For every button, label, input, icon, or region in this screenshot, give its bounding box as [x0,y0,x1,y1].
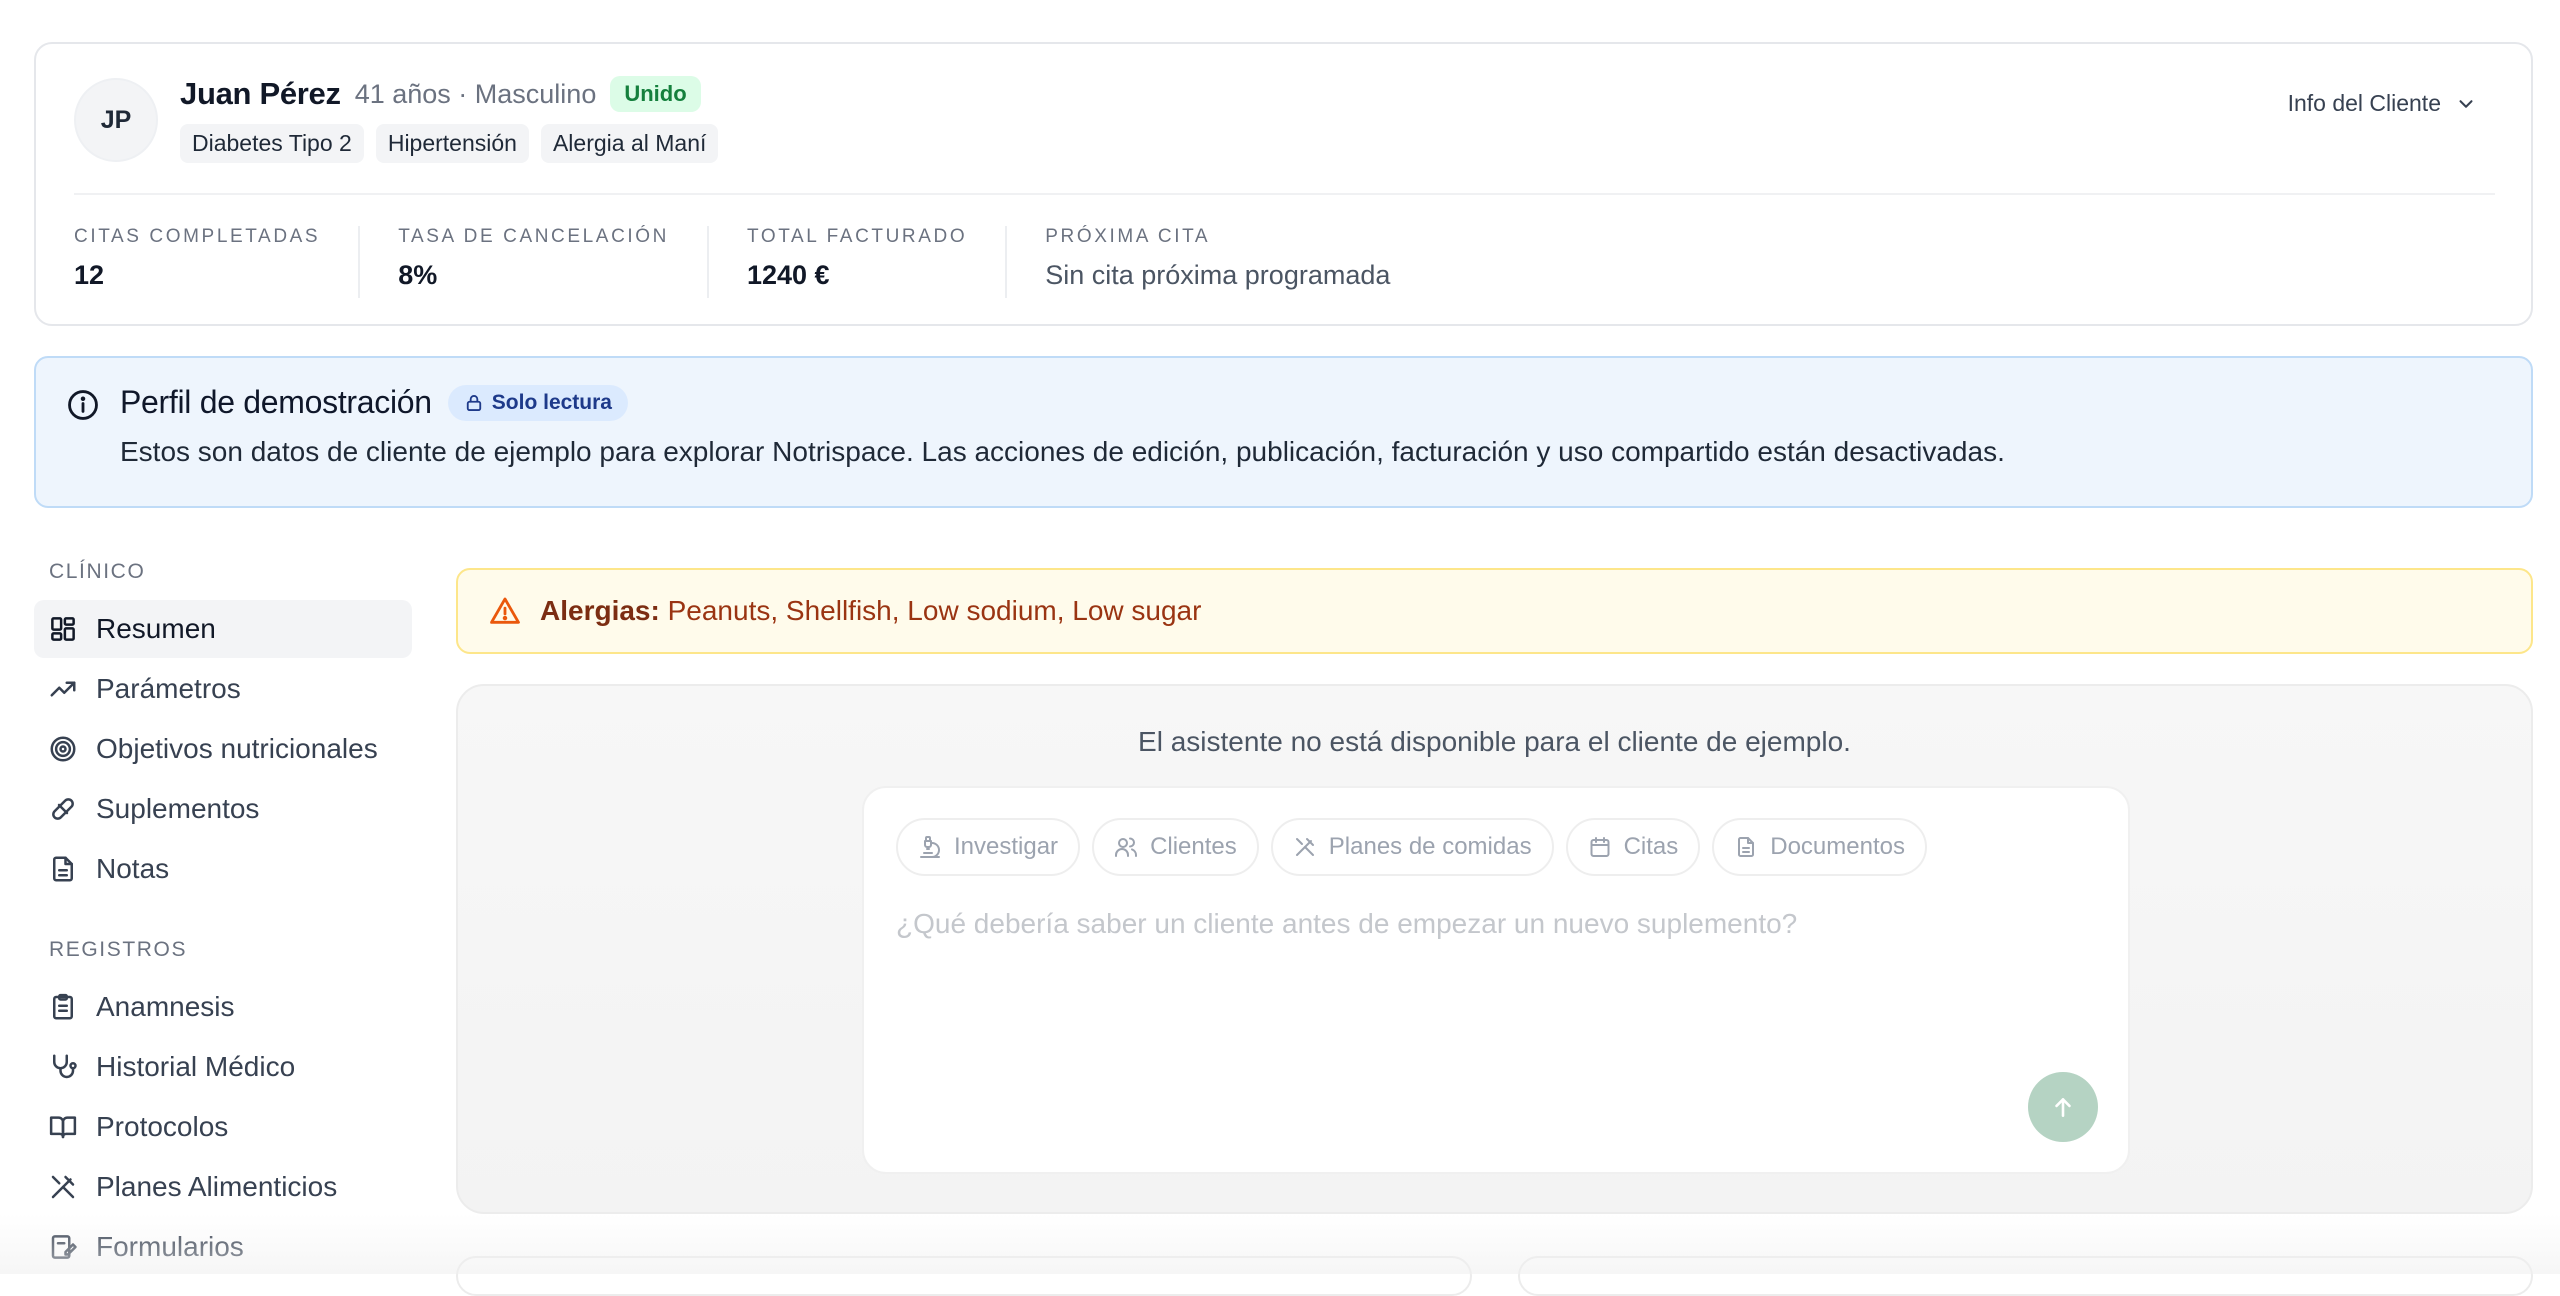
allergy-label: Alergias: [540,595,660,626]
file-text-icon [48,854,78,884]
stat-label: Próxima cita [1045,226,1390,248]
stat-label: Tasa de cancelación [398,226,669,248]
section-label-records: Registros [34,938,412,962]
client-info-label: Info del Cliente [2288,90,2441,117]
banner-description: Estos son datos de cliente de ejemplo pa… [120,436,2005,468]
client-header-card: JP Juan Pérez 41 años · Masculino Unido … [34,42,2533,326]
users-icon [1114,835,1138,859]
microscope-icon [918,835,942,859]
chevron-down-icon [2455,93,2477,115]
lock-icon [464,393,484,413]
arrow-up-icon [2050,1094,2076,1120]
grid-icon [48,614,78,644]
banner-title-row: Perfil de demostración Solo lectura [120,384,628,421]
chip-label: Documentos [1770,833,1905,861]
sidebar-item-label: Formularios [96,1231,244,1263]
sidebar-item-parameters[interactable]: Parámetros [34,660,412,718]
sidebar-item-meal-plans[interactable]: Planes Alimenticios [34,1158,412,1216]
sidebar-item-label: Suplementos [96,793,259,825]
bottom-card-right [1518,1256,2533,1296]
stethoscope-icon [48,1052,78,1082]
condition-tag: Alergia al Maní [541,124,718,163]
divider [74,193,2495,195]
target-icon [48,734,78,764]
sidebar-item-label: Anamnesis [96,991,235,1023]
send-button[interactable] [2028,1072,2098,1142]
demo-profile-banner: Perfil de demostración Solo lectura Esto… [34,356,2533,508]
assistant-mode-chips: Investigar Clientes Planes de comidas Ci… [896,818,1927,876]
assistant-unavailable-message: El asistente no está disponible para el … [458,726,2531,758]
allergy-alert: Alergias: Peanuts, Shellfish, Low sodium… [456,568,2533,654]
status-badge: Unido [610,76,700,112]
utensils-icon [1293,835,1317,859]
stat-label: Total facturado [747,226,967,248]
sidebar-item-nutrition-goals[interactable]: Objetivos nutricionales [34,720,412,778]
section-label-clinical: Clínico [34,560,412,584]
client-info-dropdown[interactable]: Info del Cliente [2288,90,2477,117]
client-meta: 41 años · Masculino [355,79,597,110]
stat-value: 1240 € [747,260,967,291]
sidebar-item-label: Notas [96,853,169,885]
assistant-panel: El asistente no está disponible para el … [456,684,2533,1214]
document-icon [1734,835,1758,859]
allergy-list: Peanuts, Shellfish, Low sodium, Low suga… [668,595,1202,626]
sidebar-item-summary[interactable]: Resumen [34,600,412,658]
sidebar-item-label: Historial Médico [96,1051,295,1083]
condition-tag: Hipertensión [376,124,529,163]
form-icon [48,1232,78,1262]
clipboard-icon [48,992,78,1022]
stat-cancellation-rate: Tasa de cancelación 8% [398,226,709,298]
chip-label: Citas [1624,833,1679,861]
info-icon [66,388,100,422]
read-only-badge: Solo lectura [448,385,628,421]
book-icon [48,1112,78,1142]
chip-label: Investigar [954,833,1058,861]
warning-icon [488,594,522,628]
sidebar-item-label: Planes Alimenticios [96,1171,337,1203]
read-only-label: Solo lectura [492,391,612,415]
client-name: Juan Pérez [180,76,341,112]
sidebar-item-label: Resumen [96,613,216,645]
stat-next-appointment: Próxima cita Sin cita próxima programada [1045,226,1428,298]
client-stats: Citas completadas 12 Tasa de cancelación… [74,226,2495,306]
condition-tags: Diabetes Tipo 2 Hipertensión Alergia al … [180,124,718,163]
sidebar-item-notes[interactable]: Notas [34,840,412,898]
chip-documents[interactable]: Documentos [1712,818,1927,876]
sidebar-item-forms[interactable]: Formularios [34,1218,412,1276]
assistant-prompt-input[interactable] [896,908,2076,940]
utensils-icon [48,1172,78,1202]
condition-tag: Diabetes Tipo 2 [180,124,364,163]
assistant-composer: Investigar Clientes Planes de comidas Ci… [862,786,2130,1174]
stat-completed-appointments: Citas completadas 12 [74,226,360,298]
sidebar-item-medical-history[interactable]: Historial Médico [34,1038,412,1096]
bottom-card-left [456,1256,1472,1296]
banner-title: Perfil de demostración [120,384,432,421]
stat-value: 12 [74,260,320,291]
stat-total-billed: Total facturado 1240 € [747,226,1007,298]
sidebar-item-label: Objetivos nutricionales [96,733,378,765]
sidebar-item-label: Protocolos [96,1111,228,1143]
sidebar-item-label: Parámetros [96,673,241,705]
stat-value: Sin cita próxima programada [1045,260,1390,291]
chip-clients[interactable]: Clientes [1092,818,1259,876]
trending-up-icon [48,674,78,704]
chip-meal-plans[interactable]: Planes de comidas [1271,818,1554,876]
avatar: JP [74,78,158,162]
client-name-row: Juan Pérez 41 años · Masculino Unido [180,74,701,114]
chip-research[interactable]: Investigar [896,818,1080,876]
chip-label: Planes de comidas [1329,833,1532,861]
client-sidebar-nav: Clínico Resumen Parámetros Objetivos nut… [34,560,412,1276]
pill-icon [48,794,78,824]
sidebar-item-anamnesis[interactable]: Anamnesis [34,978,412,1036]
stat-value: 8% [398,260,669,291]
sidebar-item-supplements[interactable]: Suplementos [34,780,412,838]
sidebar-item-protocols[interactable]: Protocolos [34,1098,412,1156]
chip-appointments[interactable]: Citas [1566,818,1701,876]
calendar-icon [1588,835,1612,859]
stat-label: Citas completadas [74,226,320,248]
chip-label: Clientes [1150,833,1237,861]
